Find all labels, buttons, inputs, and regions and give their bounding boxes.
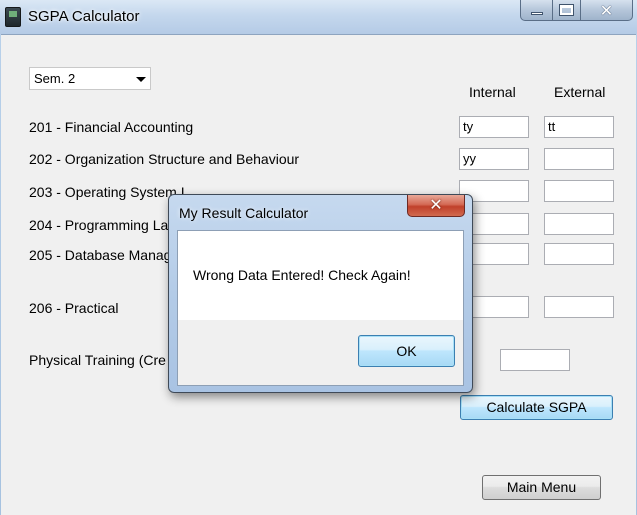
- subject-label-205: 205 - Database Manag: [29, 247, 172, 263]
- dialog-body: Wrong Data Entered! Check Again! OK: [177, 230, 464, 386]
- external-input-205[interactable]: [544, 243, 614, 265]
- app-icon: [5, 7, 21, 27]
- subject-label-204: 204 - Programming La: [29, 217, 169, 233]
- subject-label-201: 201 - Financial Accounting: [29, 119, 194, 135]
- maximize-button[interactable]: [553, 0, 581, 21]
- chevron-down-icon[interactable]: [136, 77, 146, 82]
- caption-buttons: ✕: [520, 0, 633, 22]
- dialog-message-area: Wrong Data Entered! Check Again!: [178, 231, 463, 320]
- close-icon: ✕: [429, 195, 443, 214]
- semester-select[interactable]: Sem. 2: [29, 67, 151, 90]
- semester-select-value: Sem. 2: [34, 71, 76, 86]
- close-button[interactable]: ✕: [581, 0, 633, 21]
- subject-label-203: 203 - Operating System I: [29, 184, 185, 200]
- subject-label-206: 206 - Practical: [29, 300, 119, 316]
- title-bar[interactable]: SGPA Calculator ✕: [0, 0, 637, 34]
- external-input-203[interactable]: [544, 180, 614, 202]
- external-input-201[interactable]: tt: [544, 116, 614, 138]
- external-input-202[interactable]: [544, 148, 614, 170]
- external-column-header: External: [554, 84, 606, 100]
- ok-button[interactable]: OK: [358, 335, 455, 367]
- dialog-close-button[interactable]: ✕: [407, 195, 465, 217]
- maximize-icon: [559, 4, 574, 16]
- close-icon: ✕: [599, 0, 614, 20]
- internal-input-201[interactable]: ty: [459, 116, 529, 138]
- internal-input-202[interactable]: yy: [459, 148, 529, 170]
- physical-training-label: Physical Training (Cre: [29, 352, 166, 368]
- dialog-message: Wrong Data Entered! Check Again!: [193, 267, 411, 283]
- subject-label-202: 202 - Organization Structure and Behavio…: [29, 151, 300, 167]
- window-title: SGPA Calculator: [28, 8, 140, 25]
- external-input-204[interactable]: [544, 213, 614, 235]
- internal-column-header: Internal: [469, 84, 516, 100]
- external-input-206[interactable]: [544, 296, 614, 318]
- error-dialog: My Result Calculator ✕ Wrong Data Entere…: [168, 194, 473, 393]
- calculate-sgpa-button[interactable]: Calculate SGPA: [460, 395, 613, 420]
- physical-training-input[interactable]: [500, 349, 570, 371]
- dialog-title: My Result Calculator: [179, 205, 309, 221]
- minimize-icon: [530, 12, 543, 15]
- minimize-button[interactable]: [520, 0, 553, 21]
- main-menu-button[interactable]: Main Menu: [482, 475, 601, 500]
